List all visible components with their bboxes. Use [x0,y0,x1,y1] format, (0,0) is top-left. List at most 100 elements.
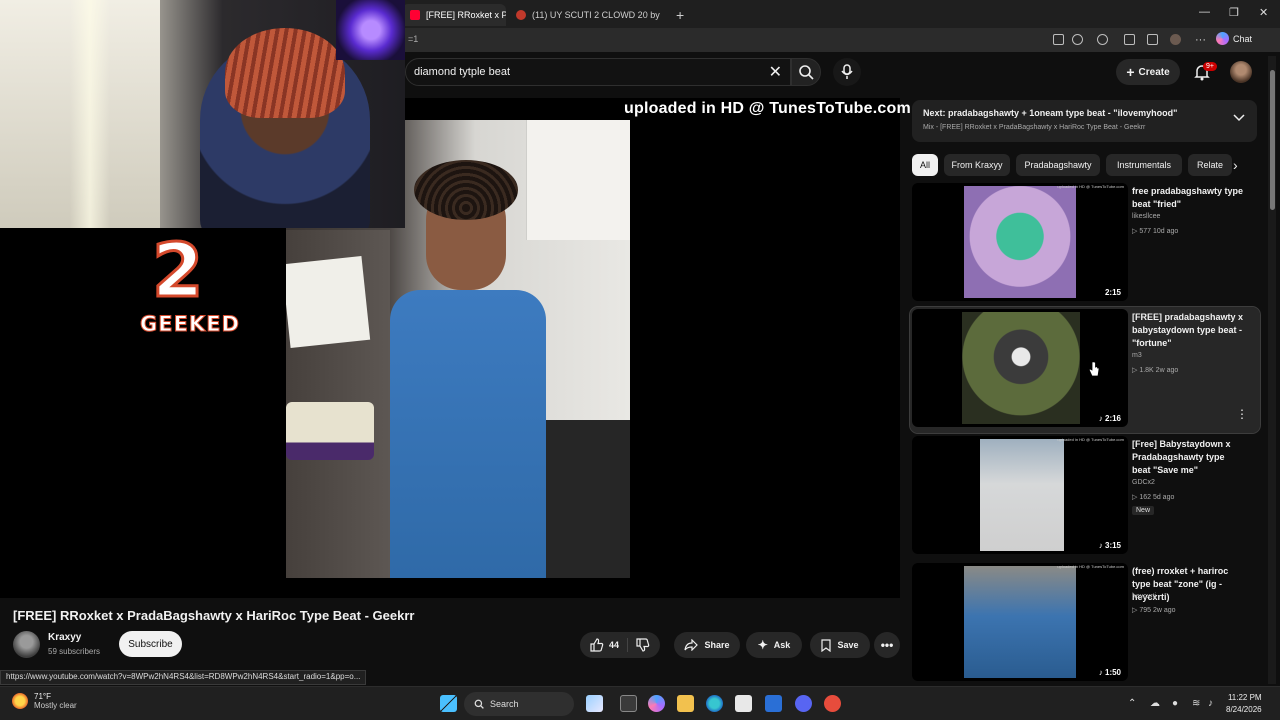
recommendation-item[interactable]: uploaded in HD @ TunesToTube.com 2:15 fr… [910,181,1260,305]
clock-date: 8/24/2026 [1226,705,1262,714]
app-icon[interactable] [824,695,841,712]
recommendation-channel[interactable]: GDCx2 [1132,479,1155,486]
video-thumbnail[interactable]: uploaded in HD @ TunesToTube.com 2:15 [912,183,1128,301]
chevron-right-icon[interactable]: › [1233,157,1238,173]
channel-avatar[interactable] [13,631,40,658]
task-view-icon[interactable] [620,695,637,712]
discord-icon[interactable] [795,695,812,712]
taskbar-search[interactable]: Search [464,692,574,716]
sparkle-icon: ✦ [757,638,768,652]
recommendation-title[interactable]: [Free] Babystaydown x Pradabagshawty typ… [1132,438,1244,477]
webcam-hair [225,28,345,118]
recommendation-title[interactable]: [FREE] pradabagshawty x babystaydown typ… [1132,311,1244,350]
widgets-icon[interactable] [586,695,603,712]
edge-icon[interactable] [706,695,723,712]
more-actions-button[interactable]: ••• [874,632,900,658]
close-window-icon[interactable]: ✕ [1259,6,1268,19]
tab-favicon-icon [516,10,526,20]
app-install-icon[interactable] [1053,34,1064,45]
chip-instrumentals[interactable]: Instrumentals [1106,154,1182,176]
create-button[interactable]: + Create [1116,59,1180,85]
restore-icon[interactable]: ❐ [1229,6,1239,19]
jersey-text: GEEKED [140,312,240,337]
account-avatar[interactable] [1230,61,1252,83]
share-label: Share [704,640,730,650]
recommendation-meta: ▷ 577 10d ago [1132,228,1179,235]
network-cloud-icon[interactable]: ☁ [1150,698,1160,709]
refresh-icon[interactable] [1097,34,1108,45]
weather-widget[interactable]: 71°F Mostly clear [12,692,77,710]
fridge-paper [286,256,371,348]
favorites-icon[interactable] [1147,34,1158,45]
video-duration: ♪ 3:15 [1095,540,1124,551]
tab-second[interactable]: (11) UY SCUTI 2 CLOWD 20 by N ✕ [508,4,662,26]
share-button[interactable]: Share [674,632,740,658]
thumbnail-art [964,186,1076,298]
thumbs-down-icon[interactable] [636,638,650,652]
chip-from-kraxyy[interactable]: From Kraxyy [944,154,1010,176]
like-count: 44 [608,640,619,650]
thumbnail-watermark: uploaded in HD @ TunesToTube.com [1057,184,1124,189]
thumbnail-art [964,566,1076,678]
favorite-star-icon[interactable] [1072,34,1083,45]
video-duration: ♪ 1:50 [1095,667,1124,678]
save-button[interactable]: Save [810,632,870,658]
video-thumbnail[interactable]: uploaded in HD @ TunesToTube.com ♪ 3:15 [912,436,1128,554]
mic-tray-icon[interactable]: ● [1172,698,1178,709]
recommendation-channel[interactable]: m3 [1132,352,1142,359]
file-explorer-icon[interactable] [677,695,694,712]
chip-related[interactable]: Relate [1188,154,1232,176]
more-menu-icon[interactable]: ··· [1195,34,1206,46]
recommendation-item[interactable]: ♪ 2:16 [FREE] pradabagshawty x babystayd… [909,306,1261,434]
subscribe-button[interactable]: Subscribe [119,631,182,657]
chevron-down-icon[interactable] [1233,114,1245,122]
volume-icon[interactable]: ♪ [1208,698,1213,709]
search-button[interactable] [791,58,821,86]
new-tab-icon[interactable]: + [668,4,688,26]
jersey [390,290,546,578]
extensions-icon[interactable] [1124,34,1135,45]
person-hair [414,160,518,220]
like-button[interactable]: 44 [590,638,628,652]
chip-pradabagshawty[interactable]: Pradabagshawty [1016,154,1100,176]
channel-name[interactable]: Kraxyy [48,632,81,643]
microphone-icon [841,64,853,79]
search-icon [799,65,814,80]
voice-search-button[interactable] [833,58,861,86]
clock-time: 11:22 PM [1227,693,1262,702]
hand-cursor-icon [1088,361,1100,377]
up-next-title: Next: pradabagshawty + 1oneam type beat … [923,108,1178,118]
tab-current-video[interactable]: [FREE] RRoxket x Prada ✕ [402,4,506,26]
clear-search-icon[interactable]: ✕ [769,62,782,82]
recommendation-item[interactable]: uploaded in HD @ TunesToTube.com ♪ 1:50 … [910,561,1260,683]
chip-all[interactable]: All [912,154,938,176]
ask-label: Ask [773,640,791,650]
up-next-panel[interactable]: Next: pradabagshawty + 1oneam type beat … [912,100,1257,142]
video-thumbnail[interactable]: uploaded in HD @ TunesToTube.com ♪ 1:50 [912,563,1128,681]
taskbar-clock[interactable]: 11:22 PM 8/24/2026 [1226,692,1262,716]
ask-button[interactable]: ✦ Ask [746,632,802,658]
search-input[interactable]: diamond tytple beat ✕ [405,58,791,86]
tray-chevron-icon[interactable]: ⌃ [1128,698,1136,709]
recommendation-title[interactable]: free pradabagshawty type beat "fried" [1132,185,1244,211]
mail-icon[interactable] [765,695,782,712]
wifi-icon[interactable]: ≋ [1192,698,1200,709]
recommendation-channel[interactable]: likesllcee [1132,213,1160,220]
recommendation-item[interactable]: uploaded in HD @ TunesToTube.com ♪ 3:15 … [910,434,1260,558]
store-icon[interactable] [735,695,752,712]
status-bar-url: https://www.youtube.com/watch?v=8WPw2hN4… [0,670,367,685]
address-text[interactable]: =1 [408,34,418,44]
weather-desc: Mostly clear [34,701,77,710]
recommendation-channel[interactable]: heycxrti [1132,593,1156,600]
more-horizontal-icon: ••• [880,638,894,652]
profile-icon[interactable] [1170,34,1181,45]
scrollbar-thumb[interactable] [1270,70,1275,210]
copilot-icon [1216,32,1229,45]
thumbnail-watermark: uploaded in HD @ TunesToTube.com [1057,564,1124,569]
copilot-chat-button[interactable]: Chat [1216,32,1252,45]
tab-label: [FREE] RRoxket x Prada [426,10,506,20]
more-vertical-icon[interactable]: ⋮ [1236,407,1248,421]
windows-start-icon[interactable] [440,695,457,712]
minimize-icon[interactable]: — [1199,6,1210,18]
copilot-taskbar-icon[interactable] [648,695,665,712]
